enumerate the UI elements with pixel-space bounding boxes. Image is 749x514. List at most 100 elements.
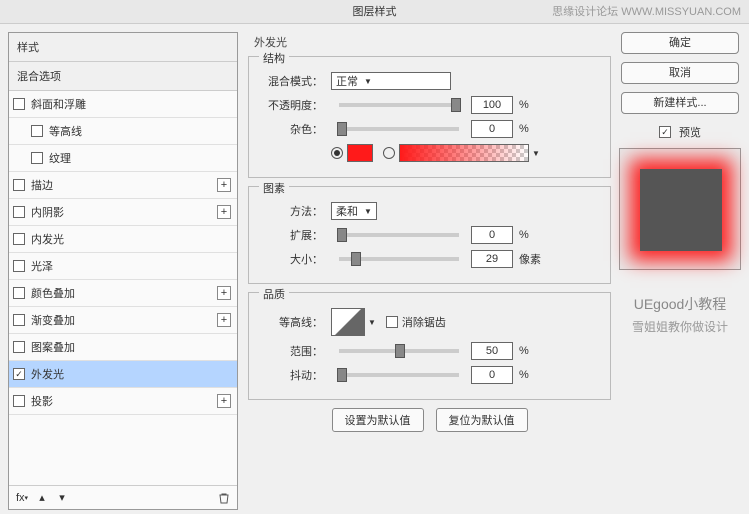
sidebar-item-label: 斜面和浮雕: [31, 96, 86, 112]
group-label: 图素: [259, 180, 289, 196]
blend-mode-select[interactable]: 正常▼: [331, 72, 451, 90]
sidebar-item[interactable]: 图案叠加: [9, 334, 237, 361]
trash-icon[interactable]: [217, 491, 231, 505]
sidebar-item-label: 图案叠加: [31, 339, 75, 355]
color-swatch[interactable]: [347, 144, 373, 162]
preview-checkbox[interactable]: ✓: [659, 126, 671, 138]
fx-icon[interactable]: fx▾: [15, 491, 29, 505]
sidebar-item[interactable]: 颜色叠加 +: [9, 280, 237, 307]
sidebar-item[interactable]: 投影 +: [9, 388, 237, 415]
chevron-down-icon: ▼: [364, 207, 372, 216]
gradient-picker[interactable]: [399, 144, 529, 162]
reset-default-button[interactable]: 复位为默认值: [436, 408, 528, 432]
sidebar-item[interactable]: 斜面和浮雕: [9, 91, 237, 118]
effect-checkbox[interactable]: [13, 179, 25, 191]
effect-checkbox[interactable]: [13, 341, 25, 353]
set-default-button[interactable]: 设置为默认值: [332, 408, 424, 432]
size-label: 大小：: [259, 251, 323, 267]
jitter-label: 抖动：: [259, 367, 323, 383]
right-column: 确定 取消 新建样式... ✓ 预览 UEgood小教程 雪姐姐教你做设计: [617, 24, 749, 514]
sidebar-item-label: 投影: [31, 393, 53, 409]
chevron-down-icon[interactable]: ▼: [532, 149, 540, 158]
effect-checkbox[interactable]: [13, 98, 25, 110]
sidebar-item[interactable]: 内发光: [9, 226, 237, 253]
quality-group: 品质 等高线： ▼ 消除锯齿 范围： 50 % 抖动： 0 %: [248, 292, 611, 400]
spread-slider[interactable]: [339, 233, 459, 237]
add-effect-icon[interactable]: +: [217, 313, 231, 327]
sidebar-item[interactable]: 描边 +: [9, 172, 237, 199]
opacity-label: 不透明度：: [259, 97, 323, 113]
sidebar-header: 样式: [9, 33, 237, 62]
panel-title: 外发光: [248, 32, 611, 56]
structure-group: 结构 混合模式： 正常▼ 不透明度： 100 % 杂色： 0 %: [248, 56, 611, 178]
ok-button[interactable]: 确定: [621, 32, 739, 54]
credit-text: UEgood小教程 雪姐姐教你做设计: [621, 292, 739, 339]
gradient-radio[interactable]: [383, 147, 395, 159]
jitter-slider[interactable]: [339, 373, 459, 377]
opacity-slider[interactable]: [339, 103, 459, 107]
preview-label: 预览: [679, 124, 701, 140]
sidebar-item-label: 内发光: [31, 231, 64, 247]
add-effect-icon[interactable]: +: [217, 286, 231, 300]
preview-box: [619, 148, 741, 270]
contour-label: 等高线：: [259, 314, 323, 330]
cancel-button[interactable]: 取消: [621, 62, 739, 84]
group-label: 结构: [259, 50, 289, 66]
jitter-input[interactable]: 0: [471, 366, 513, 384]
effect-checkbox[interactable]: [13, 260, 25, 272]
range-input[interactable]: 50: [471, 342, 513, 360]
range-slider[interactable]: [339, 349, 459, 353]
effect-checkbox[interactable]: ✓: [13, 368, 25, 380]
sidebar-item-label: 纹理: [49, 150, 71, 166]
down-icon[interactable]: ▾: [55, 491, 69, 505]
effect-checkbox[interactable]: [13, 233, 25, 245]
effect-checkbox[interactable]: [31, 125, 43, 137]
sidebar-item-label: 外发光: [31, 366, 64, 382]
new-style-button[interactable]: 新建样式...: [621, 92, 739, 114]
sidebar-item[interactable]: 纹理: [9, 145, 237, 172]
effect-checkbox[interactable]: [13, 395, 25, 407]
method-select[interactable]: 柔和▼: [331, 202, 377, 220]
chevron-down-icon[interactable]: ▼: [368, 318, 376, 327]
spread-input[interactable]: 0: [471, 226, 513, 244]
noise-label: 杂色：: [259, 121, 323, 137]
sidebar-item-label: 描边: [31, 177, 53, 193]
settings-panel: 外发光 结构 混合模式： 正常▼ 不透明度： 100 % 杂色： 0 %: [242, 24, 617, 514]
styles-sidebar: 样式 混合选项 斜面和浮雕等高线纹理描边 + 内阴影 + 内发光光泽颜色叠加 + 渐变叠加 +…: [8, 32, 238, 510]
noise-input[interactable]: 0: [471, 120, 513, 138]
sidebar-item-label: 颜色叠加: [31, 285, 75, 301]
range-label: 范围：: [259, 343, 323, 359]
sidebar-item[interactable]: ✓ 外发光: [9, 361, 237, 388]
sidebar-item-label: 光泽: [31, 258, 53, 274]
up-icon[interactable]: ▴: [35, 491, 49, 505]
antialias-label: 消除锯齿: [402, 314, 446, 330]
watermark-text: 思缘设计论坛 WWW.MISSYUAN.COM: [552, 3, 741, 19]
elements-group: 图素 方法： 柔和▼ 扩展： 0 % 大小： 29 像素: [248, 186, 611, 284]
sidebar-footer: fx▾ ▴ ▾: [9, 485, 237, 509]
add-effect-icon[interactable]: +: [217, 178, 231, 192]
size-input[interactable]: 29: [471, 250, 513, 268]
size-slider[interactable]: [339, 257, 459, 261]
effect-checkbox[interactable]: [13, 206, 25, 218]
color-radio[interactable]: [331, 147, 343, 159]
noise-slider[interactable]: [339, 127, 459, 131]
sidebar-item[interactable]: 渐变叠加 +: [9, 307, 237, 334]
effect-checkbox[interactable]: [13, 287, 25, 299]
sidebar-item[interactable]: 光泽: [9, 253, 237, 280]
chevron-down-icon: ▼: [364, 77, 372, 86]
method-label: 方法：: [259, 203, 323, 219]
add-effect-icon[interactable]: +: [217, 394, 231, 408]
opacity-input[interactable]: 100: [471, 96, 513, 114]
group-label: 品质: [259, 286, 289, 302]
effect-checkbox[interactable]: [13, 314, 25, 326]
add-effect-icon[interactable]: +: [217, 205, 231, 219]
antialias-checkbox[interactable]: [386, 316, 398, 328]
sidebar-item-label: 渐变叠加: [31, 312, 75, 328]
sidebar-item-label: 内阴影: [31, 204, 64, 220]
sidebar-item[interactable]: 内阴影 +: [9, 199, 237, 226]
contour-picker[interactable]: [331, 308, 365, 336]
effect-checkbox[interactable]: [31, 152, 43, 164]
sidebar-item[interactable]: 等高线: [9, 118, 237, 145]
blend-options[interactable]: 混合选项: [9, 62, 237, 91]
spread-label: 扩展：: [259, 227, 323, 243]
